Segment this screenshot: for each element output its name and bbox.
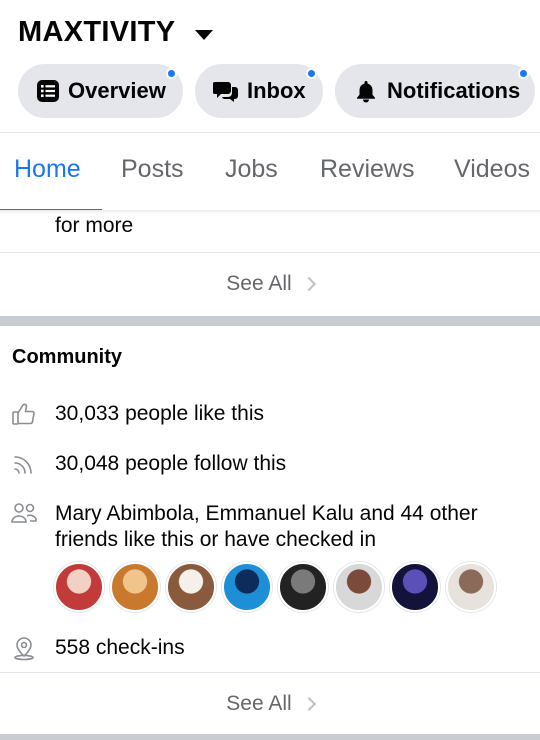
page-tabs: Home Posts Jobs Reviews Videos [0,132,540,212]
tab-jobs[interactable]: Jobs [225,155,278,184]
tab-home[interactable]: Home [14,155,81,184]
inbox-button[interactable]: Inbox [195,64,323,118]
section-separator [0,316,540,326]
notifications-label: Notifications [387,78,521,103]
see-all-label: See All [226,272,292,295]
friend-avatar-8[interactable] [446,562,496,612]
notifications-button[interactable]: Notifications [335,64,535,118]
divider [0,672,540,673]
friend-avatar-4[interactable] [222,562,272,612]
tab-posts[interactable]: Posts [121,155,184,184]
rss-feed-icon [10,450,38,478]
friend-avatar-5[interactable] [278,562,328,612]
overview-button[interactable]: Overview [18,64,183,118]
list-icon [36,78,60,104]
friend-avatars [54,562,496,612]
inbox-label: Inbox [247,78,306,103]
friends-line-2: friends like this or have checked in [55,528,376,551]
friend-avatar-3[interactable] [166,562,216,612]
follows-count: 30,048 people follow this [55,452,287,475]
friend-avatar-7[interactable] [390,562,440,612]
tab-reviews[interactable]: Reviews [320,155,414,184]
notification-dot [518,68,529,79]
likes-count: 30,033 people like this [55,402,264,425]
chevron-right-icon [301,276,316,292]
chevron-right-icon [301,696,316,712]
see-all-label: See All [226,692,292,715]
chat-bubbles-icon [213,78,239,104]
overview-label: Overview [68,78,166,103]
page-tools-bar: Overview Inbox Notifications [18,64,535,118]
divider [0,252,540,253]
friends-line-1: Mary Abimbola, Emmanuel Kalu and 44 othe… [55,502,478,525]
community-heading: Community [12,346,122,368]
location-pin-icon [10,634,38,662]
bell-icon [353,78,379,104]
page-header: MAXTIVITY Overview Inbox Notifications [0,0,540,130]
page-title: MAXTIVITY [18,16,176,48]
about-truncated-text: for more [55,214,134,237]
friend-avatar-1[interactable] [54,562,104,612]
friend-avatar-2[interactable] [110,562,160,612]
about-see-all-link[interactable]: See All [0,256,540,312]
checkins-count: 558 check-ins [55,636,185,659]
friend-avatar-6[interactable] [334,562,384,612]
section-separator [0,734,540,740]
notification-dot [306,68,317,79]
thumbs-up-icon [10,400,38,428]
friends-icon [10,500,38,528]
page-switcher[interactable]: MAXTIVITY [18,16,214,49]
community-see-all-link[interactable]: See All [0,676,540,732]
notification-dot [166,68,177,79]
caret-down-icon[interactable] [195,29,214,40]
tab-videos[interactable]: Videos [454,155,530,184]
